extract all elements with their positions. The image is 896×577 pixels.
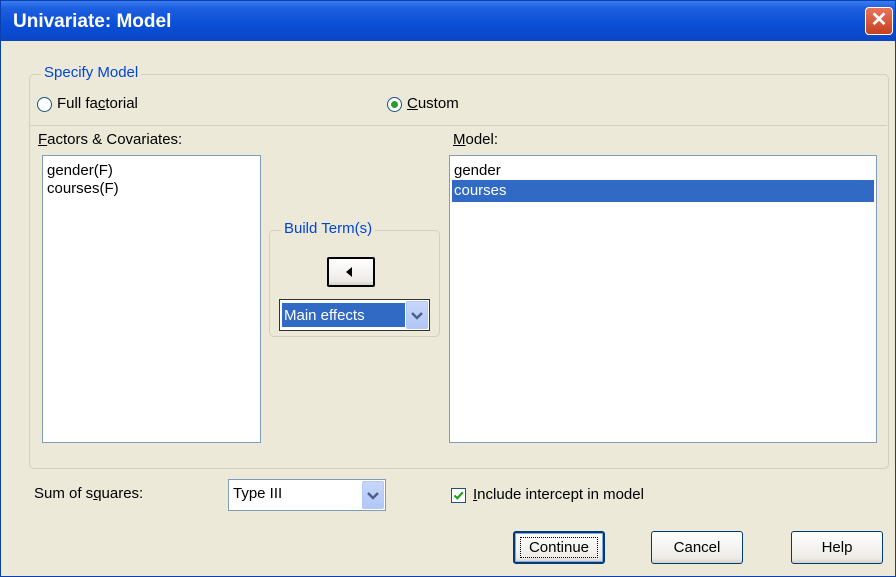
custom-radio[interactable] (387, 97, 402, 112)
sum-of-squares-dropdown[interactable]: Type III (228, 479, 386, 511)
close-button[interactable]: ✕ (865, 7, 893, 35)
sum-of-squares-label: Sum of squares: (34, 485, 144, 502)
list-item-selected[interactable]: courses (452, 180, 874, 202)
build-term-type-dropdown[interactable]: Main effects (279, 299, 430, 331)
chevron-down-icon[interactable] (362, 481, 384, 509)
title-bar[interactable]: Univariate: Model ✕ (1, 1, 895, 41)
window-title: Univariate: Model (13, 11, 172, 32)
factors-covariates-label: Factors & Covariates: (38, 131, 183, 148)
list-item[interactable]: courses(F) (47, 180, 119, 197)
full-factorial-radio[interactable] (37, 97, 52, 112)
left-arrow-icon (346, 267, 352, 277)
dialog-window: Univariate: Model ✕ Specify Model Full f… (0, 0, 896, 577)
model-label: Model: (453, 131, 499, 148)
model-list[interactable]: gender courses (449, 155, 877, 443)
help-button[interactable]: Help (791, 531, 883, 564)
build-terms-legend: Build Term(s) (281, 220, 376, 237)
specify-model-legend: Specify Model (41, 64, 142, 81)
build-term-type-value: Main effects (281, 302, 406, 328)
include-intercept-checkbox[interactable] (451, 488, 466, 503)
list-item[interactable]: gender (454, 162, 501, 179)
chevron-down-icon[interactable] (406, 301, 428, 329)
move-term-button[interactable] (327, 257, 375, 287)
list-item[interactable]: gender(F) (47, 162, 113, 179)
full-factorial-label[interactable]: Full factorial (57, 95, 138, 112)
custom-label[interactable]: Custom (407, 95, 459, 112)
continue-button[interactable]: Continue (513, 531, 605, 564)
radio-selected-dot (391, 101, 398, 108)
checkmark-icon (453, 491, 464, 500)
cancel-button[interactable]: Cancel (651, 531, 743, 564)
close-icon: ✕ (870, 9, 888, 31)
factors-covariates-list[interactable]: gender(F) courses(F) (42, 155, 261, 443)
sum-of-squares-value: Type III (233, 485, 283, 502)
include-intercept-label[interactable]: Include intercept in model (473, 486, 644, 503)
